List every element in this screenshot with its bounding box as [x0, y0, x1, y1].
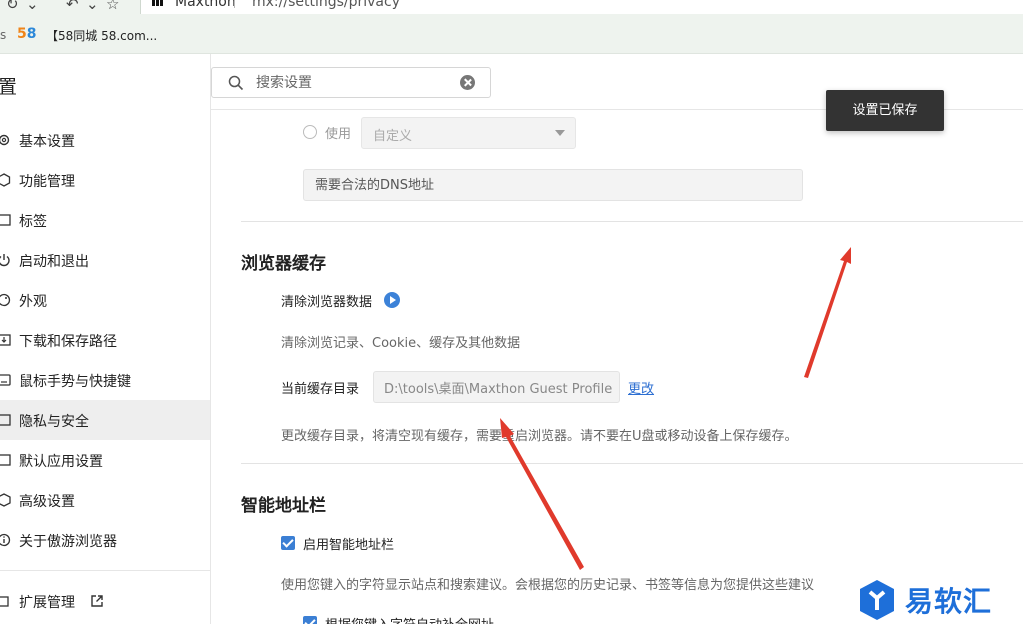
palette-icon: [0, 293, 11, 307]
advanced-icon: [0, 493, 11, 507]
sidebar-item-label: 标签: [19, 214, 47, 230]
site-name: Maxthon: [175, 0, 236, 10]
watermark: 易软汇: [855, 578, 1023, 624]
cache-dir-field[interactable]: [373, 371, 620, 403]
sidebar-item-label: 启动和退出: [19, 254, 89, 270]
dns-radio-label: 使用: [325, 127, 352, 142]
dns-custom-radio[interactable]: [303, 125, 317, 139]
power-icon: [0, 254, 10, 267]
enable-smart-bar-label: 启用智能地址栏: [303, 538, 395, 553]
chevron-down-icon[interactable]: ⌄: [86, 0, 99, 13]
arrow-to-toast: [804, 247, 851, 378]
url-text[interactable]: mx://settings/privacy: [252, 0, 400, 10]
sidebar-item-advanced[interactable]: 高级设置: [0, 480, 210, 520]
gear-icon: [0, 134, 10, 146]
dns-address-input[interactable]: [303, 169, 803, 201]
autocomplete-checkbox[interactable]: [303, 616, 317, 624]
sidebar-item-label: 隐私与安全: [19, 414, 89, 430]
watermark-logo-icon: [860, 580, 894, 620]
sidebar-item-label: 高级设置: [19, 494, 75, 510]
settings-sidebar: 置 基本设置 功能管理 标签 启动和退出 外观 下载和保存路径 鼠标手势与快捷键…: [0, 54, 211, 624]
sidebar-item-extensions[interactable]: 扩展管理: [0, 581, 210, 621]
smart-bar-description: 使用您键入的字符显示站点和搜索建议。会根据您的历史记录、书签等信息为您提供这些建…: [281, 578, 815, 593]
sidebar-item-label: 鼠标手势与快捷键: [19, 374, 131, 390]
chevron-down-icon[interactable]: ⌄: [26, 0, 39, 13]
section-divider: [241, 463, 1023, 464]
address-separator: [234, 0, 235, 8]
sidebar-item-label: 扩展管理: [19, 595, 75, 611]
sidebar-item-basic[interactable]: 基本设置: [0, 120, 210, 160]
undo-icon[interactable]: ↶: [66, 0, 79, 13]
sidebar-item-about[interactable]: 关于傲游浏览器: [0, 520, 210, 560]
sidebar-item-label: 功能管理: [19, 174, 75, 190]
enable-smart-bar-checkbox[interactable]: [281, 536, 295, 550]
sidebar-item-label: 外观: [19, 294, 47, 310]
dns-select-value: 自定义: [373, 129, 413, 144]
browser-toolbar: ↻ ⌄ ↶ ⌄ ☆ Maxthon mx://settings/privacy: [0, 0, 1023, 16]
app-icon: [0, 454, 11, 466]
smart-bar-section-title: 智能地址栏: [241, 496, 326, 516]
search-icon: [228, 75, 244, 91]
search-input[interactable]: [256, 73, 456, 93]
star-icon[interactable]: ☆: [106, 0, 119, 13]
sidebar-item-tabs[interactable]: 标签: [0, 200, 210, 240]
shield-icon: [0, 414, 11, 426]
sidebar-divider: [0, 570, 210, 571]
info-icon: [0, 533, 11, 547]
sidebar-item-startup[interactable]: 启动和退出: [0, 240, 210, 280]
sidebar-item-label: 关于傲游浏览器: [19, 534, 117, 550]
cache-dir-description: 更改缓存目录，将清空现有缓存，需要重启浏览器。请不要在U盘或移动设备上保存缓存。: [281, 429, 798, 444]
clear-data-description: 清除浏览记录、Cookie、缓存及其他数据: [281, 336, 521, 351]
sidebar-item-privacy[interactable]: 隐私与安全: [0, 400, 210, 440]
mouse-icon: [0, 374, 11, 386]
play-icon[interactable]: [384, 292, 400, 308]
maxthon-logo-icon: [152, 0, 164, 6]
bookmarks-bar: s 58 【58同城 58.com...: [0, 16, 1023, 54]
tab-icon: [0, 214, 11, 226]
change-cache-dir-link[interactable]: 更改: [628, 378, 654, 397]
cube-icon: [0, 173, 11, 187]
puzzle-icon: [0, 596, 9, 607]
sidebar-item-label: 基本设置: [19, 134, 75, 150]
saved-toast: 设置已保存: [826, 90, 944, 131]
chevron-down-icon: [555, 130, 565, 136]
clear-search-icon[interactable]: [460, 75, 475, 90]
section-divider: [241, 221, 1023, 222]
settings-search: [211, 67, 491, 98]
sidebar-item-gestures[interactable]: 鼠标手势与快捷键: [0, 360, 210, 400]
page-title: 置: [0, 76, 18, 98]
cache-dir-label: 当前缓存目录: [281, 382, 360, 397]
sidebar-item-features[interactable]: 功能管理: [0, 160, 210, 200]
bookmark-58-logo-icon[interactable]: 58: [17, 26, 37, 42]
bookmark-item-58[interactable]: 【58同城 58.com...: [46, 27, 157, 44]
cache-section-title: 浏览器缓存: [241, 254, 326, 274]
external-link-icon: [91, 595, 103, 607]
sidebar-item-label: 下载和保存路径: [19, 334, 117, 350]
sidebar-item-label: 默认应用设置: [19, 454, 103, 470]
sidebar-item-default-apps[interactable]: 默认应用设置: [0, 440, 210, 480]
dns-provider-select[interactable]: 自定义: [361, 117, 576, 149]
watermark-text: 易软汇: [905, 585, 993, 618]
bookmark-fragment[interactable]: s: [0, 28, 6, 42]
refresh-icon[interactable]: ↻: [6, 0, 19, 13]
download-icon: [0, 334, 11, 346]
sidebar-item-downloads[interactable]: 下载和保存路径: [0, 320, 210, 360]
sidebar-item-appearance[interactable]: 外观: [0, 280, 210, 320]
clear-data-link[interactable]: 清除浏览器数据: [281, 291, 372, 310]
autocomplete-label: 根据您键入字符自动补全网址: [325, 614, 494, 624]
